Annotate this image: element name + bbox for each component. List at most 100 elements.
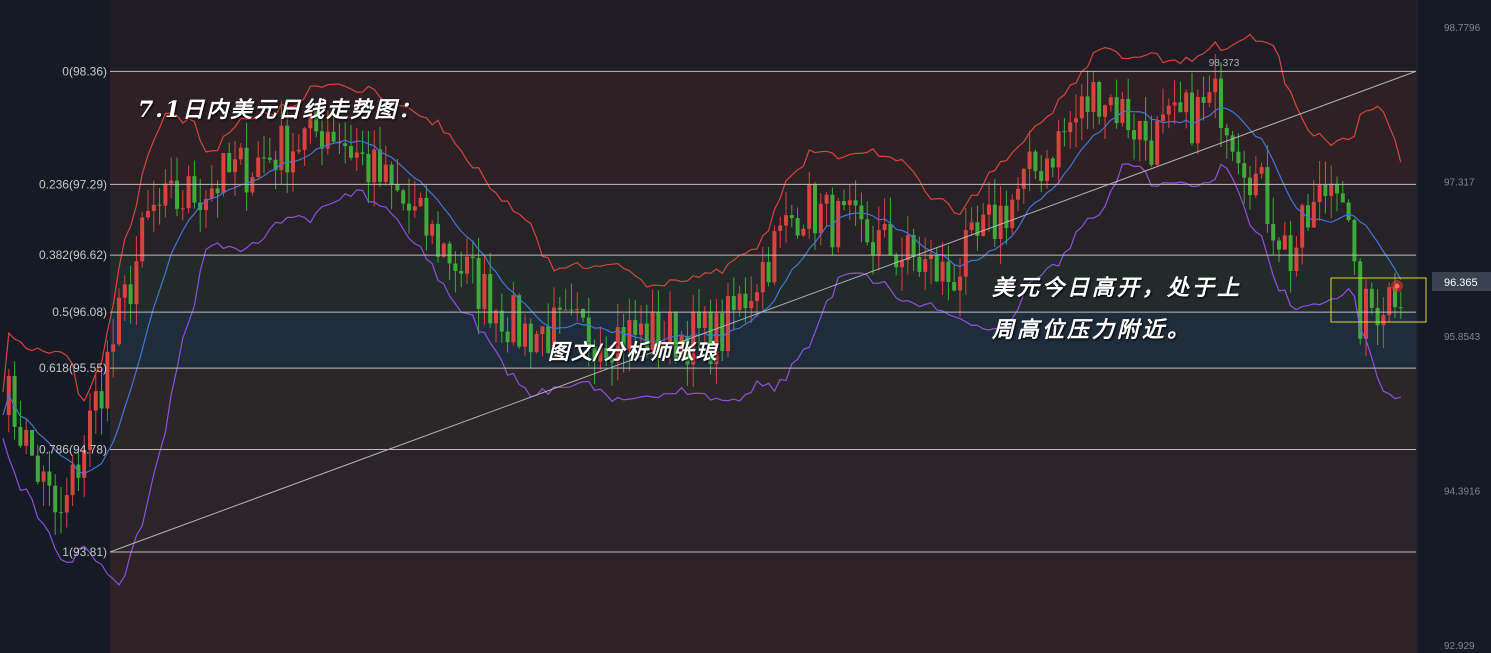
candle-body [1311,201,1316,228]
candle-body [1068,122,1073,133]
candle-body [163,183,168,206]
candle-body [1242,163,1247,178]
candle-body [1248,177,1252,196]
candle-body [18,426,23,446]
candle-body [998,205,1003,240]
candle-body [244,147,249,193]
right-axis-tick: 92.929 [1444,641,1475,652]
candle-body [749,301,754,309]
candle-body [482,274,487,309]
candle-body [151,204,156,211]
candle-body [1219,78,1223,128]
candle-body [395,184,400,191]
candle-body [175,180,179,209]
candle-body [1375,307,1380,326]
peak-price-label: 98.373 [1209,58,1240,69]
candle-body [128,284,133,305]
chart-title: 7.1日内美元日线走势图： [138,97,423,123]
candle-body [424,197,429,236]
candle-body [1050,158,1055,168]
candle-body [465,256,469,274]
candle-body [325,131,330,149]
candle-body [801,228,806,236]
candle-body [59,512,63,514]
candle-body [70,464,75,496]
candle-body [93,391,98,411]
candle-body [1213,78,1218,93]
candle-body [1155,120,1160,165]
candle-body [917,256,922,272]
candle-body [35,455,40,482]
candle-body [865,219,870,243]
candle-body [876,230,881,256]
comment-line-1: 美元今日高开，处于上 [992,275,1243,301]
candle-body [476,258,481,309]
candle-body [639,323,643,335]
right-axis-tick: 97.317 [1444,177,1475,188]
candle-body [459,270,464,274]
fib-zone [110,551,1416,653]
candle-body [842,200,846,206]
candle-body [389,164,394,185]
candle-body [343,143,348,147]
candle-body [575,308,580,311]
candle-body [1335,183,1339,194]
candle-body [743,293,748,309]
candle-body [557,307,562,310]
fib-zone [110,312,1416,369]
candle-body [238,147,243,160]
candle-body [1329,183,1334,196]
candle-body [24,429,29,446]
candle-body [952,282,957,291]
candle-body [929,255,933,260]
fib-zone [110,449,1416,552]
candle-body [517,295,522,347]
candle-body [215,188,220,194]
candle-body [934,255,939,282]
candle-body [720,313,725,351]
candle-body [1149,140,1154,165]
candle-body [766,262,771,283]
candle-body [180,208,185,210]
candle-body [401,190,406,204]
candle-body [1265,167,1270,224]
fib-level-label: 1(93.81) [62,545,107,559]
candle-body [1021,169,1026,189]
candle-body [407,203,411,211]
candle-body [1224,127,1229,136]
candle-body [296,149,301,152]
candle-body [836,200,841,248]
candle-body [349,146,353,158]
candle-body [53,485,58,513]
candle-body [1132,130,1136,140]
candle-body [1016,188,1020,200]
candle-body [1126,98,1131,131]
candle-body [981,214,986,236]
candle-body [99,391,104,409]
candle-body [1323,185,1328,196]
candle-body [859,205,864,220]
last-price-dot [1394,283,1400,289]
candle-body [992,204,997,240]
candle-body [940,261,945,282]
candle-body [523,323,527,347]
candle-body [1387,287,1392,316]
candle-body [488,274,493,324]
candle-body [262,157,266,159]
candle-body [30,429,34,456]
candle-body [731,296,736,310]
candle-body [227,152,232,173]
candle-body [569,309,574,311]
candle-body [111,344,116,352]
candle-body [1207,92,1212,103]
candle-body [894,254,899,268]
candle-body [789,215,794,219]
candle-body [360,152,365,154]
candle-body [186,176,191,209]
candle-body [633,320,638,335]
candle-body [1190,92,1194,144]
candle-body [540,326,545,335]
candle-body [499,310,504,332]
candle-body [285,125,290,173]
candle-body [975,222,980,236]
